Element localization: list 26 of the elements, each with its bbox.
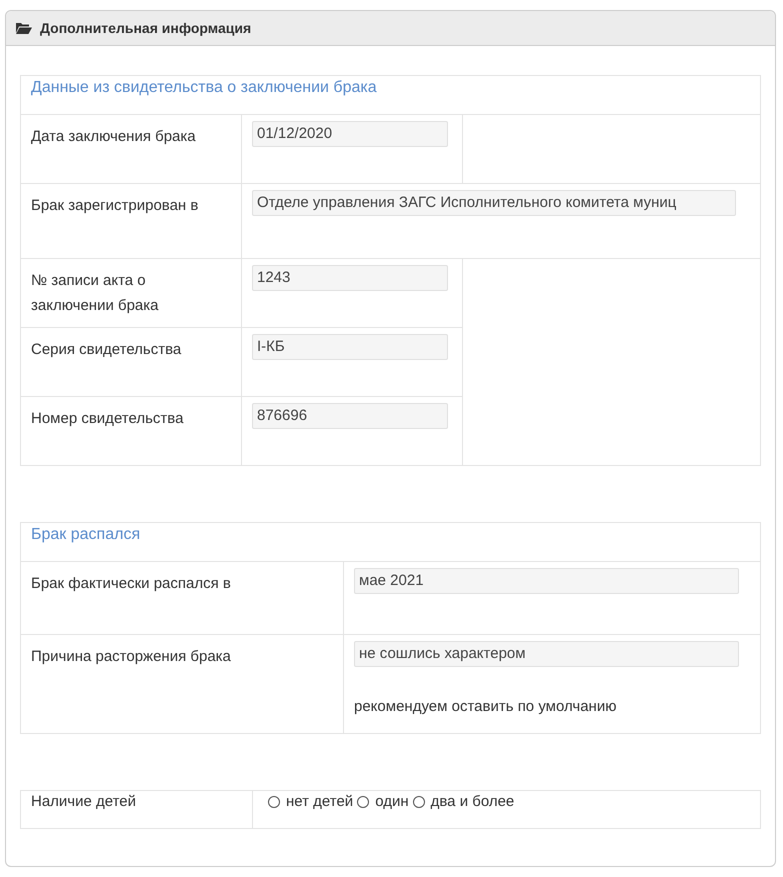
input-field[interactable]: Отделе управления ЗАГС Исполнительного комитета муниц xyxy=(252,190,736,216)
field-label: Брак фактически распался в xyxy=(31,575,231,592)
panel-title: Дополнительная информация xyxy=(40,18,252,38)
section-title: Данные из свидетельства о заключении брака xyxy=(31,79,377,96)
field-label: Серия свидетельства xyxy=(31,341,182,358)
field-label: Номер свидетельства xyxy=(31,410,184,427)
radio-button[interactable] xyxy=(357,796,370,808)
section-title: Брак распался xyxy=(31,526,140,543)
field-label: Дата заключения брака xyxy=(31,128,196,145)
radio-button[interactable] xyxy=(268,796,280,808)
field-label: Брак зарегистрирован в xyxy=(31,197,198,214)
hint-text: рекомендуем оставить по умолчанию xyxy=(354,697,618,717)
field-label: Наличие детей xyxy=(31,793,136,810)
input-field[interactable]: 01/12/2020 xyxy=(252,121,448,147)
field-label: Причина расторжения брака xyxy=(31,648,231,665)
radio-label: два и более xyxy=(430,792,514,812)
input-field[interactable]: I-КБ xyxy=(252,334,448,360)
input-field[interactable]: 876696 xyxy=(252,403,448,429)
radio-label: один xyxy=(375,792,409,812)
input-field[interactable]: 1243 xyxy=(252,265,448,291)
field-label: № записи акта о заключении брака xyxy=(31,272,158,314)
input-field[interactable]: не сошлись характером xyxy=(354,641,739,667)
radio-button[interactable] xyxy=(412,796,425,808)
folder-icon xyxy=(16,22,32,34)
radio-label: нет детей xyxy=(286,792,354,812)
input-field[interactable]: мае 2021 xyxy=(354,568,739,594)
